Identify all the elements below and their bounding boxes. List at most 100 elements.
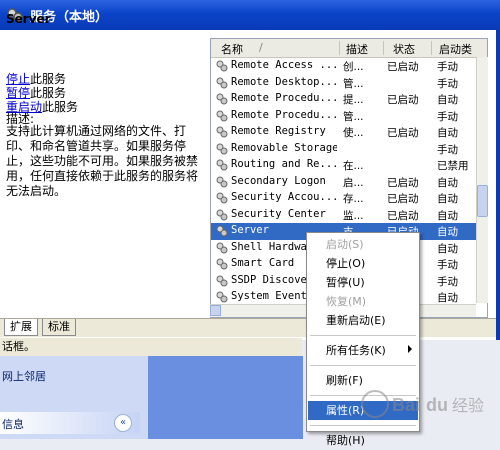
table-row[interactable]: Security Center 监... 已启动 自动 xyxy=(211,207,487,224)
service-desc-cell: 创... xyxy=(343,61,364,73)
service-desc-cell: 使... xyxy=(343,127,364,139)
service-name-cell: Remote Procedu... xyxy=(231,92,337,104)
service-name-cell: Remote Procedu... xyxy=(231,108,337,121)
table-row[interactable]: Routing and Re... 在... 已禁用 xyxy=(211,157,487,174)
menu-item-label: 所有任务(K) xyxy=(326,344,386,357)
table-row[interactable]: Security Accou... 存... 已启动 自动 xyxy=(211,190,487,207)
service-startup-cell: 手动 xyxy=(437,259,458,271)
list-header: 名称 / 描述 状态 启动类 xyxy=(211,39,487,58)
details-section-label: 信息 xyxy=(2,418,24,431)
menu-item[interactable]: 重新启动(E) xyxy=(308,311,418,330)
baidu-jingyan-watermark: Bai du 经验 xyxy=(361,390,484,418)
service-gear-icon xyxy=(216,126,228,138)
service-startup-cell: 手动 xyxy=(437,143,458,156)
tab-standard[interactable]: 标准 xyxy=(42,319,76,336)
service-desc-cell: 管... xyxy=(343,77,364,90)
table-row[interactable]: Removable Storage 手动 xyxy=(211,141,487,158)
svg-text:du: du xyxy=(426,395,448,415)
service-gear-icon xyxy=(216,291,228,303)
table-row[interactable]: Remote Desktop... 管... 手动 xyxy=(211,75,487,92)
restart-action-text: 此服务 xyxy=(42,100,79,114)
column-separator[interactable] xyxy=(383,41,384,55)
service-name-cell: Remote Registry xyxy=(231,125,326,137)
service-gear-icon xyxy=(216,77,228,88)
column-startup-header[interactable]: 启动类 xyxy=(439,41,472,57)
table-row[interactable]: Remote Access ... 创... 已启动 手动 xyxy=(211,58,487,75)
menu-separator xyxy=(310,365,416,366)
service-gear-icon xyxy=(216,225,228,237)
service-name-cell: Security Accou... xyxy=(231,191,337,203)
tab-extended[interactable]: 扩展 xyxy=(4,319,38,336)
menu-item-label: 重新启动(E) xyxy=(326,314,386,327)
svg-text:经验: 经验 xyxy=(452,396,484,415)
service-gear-icon xyxy=(216,110,228,121)
service-startup-cell: 自动 xyxy=(437,193,458,205)
service-status-cell: 已启动 xyxy=(387,61,419,73)
service-status-cell: 已启动 xyxy=(387,176,419,189)
service-status-cell: 已启动 xyxy=(387,193,419,205)
service-gear-icon xyxy=(216,275,228,286)
service-startup-cell: 已禁用 xyxy=(437,160,469,172)
service-gear-icon xyxy=(216,143,228,154)
column-status-header[interactable]: 状态 xyxy=(393,41,415,57)
service-name-cell: Removable Storage xyxy=(231,141,337,154)
collapse-icon[interactable]: « xyxy=(114,414,132,432)
menu-item[interactable]: 所有任务(K) xyxy=(308,341,418,360)
svg-text:Bai: Bai xyxy=(392,395,420,415)
scroll-left-button[interactable] xyxy=(210,305,221,316)
tab-bar: 扩展 标准 xyxy=(0,318,496,337)
vertical-scrollbar[interactable] xyxy=(476,57,488,303)
status-bar: 话框。 xyxy=(0,338,302,356)
service-startup-cell: 手动 xyxy=(437,110,458,123)
table-row[interactable]: Remote Procedu... 管... 手动 xyxy=(211,108,487,125)
table-row[interactable]: Secondary Logon 启... 已启动 自动 xyxy=(211,174,487,191)
service-name: Server xyxy=(6,12,51,26)
service-name-cell: Secondary Logon xyxy=(231,174,326,187)
service-startup-cell: 自动 xyxy=(437,94,458,106)
menu-item: 启动(S) xyxy=(308,235,418,254)
menu-separator xyxy=(310,425,416,426)
column-separator[interactable] xyxy=(339,41,340,55)
menu-item-label: 启动(S) xyxy=(326,238,364,251)
service-desc-cell: 监... xyxy=(343,209,364,222)
description-text: 支持此计算机通过网络的文件、打印、和命名管道共享。如果服务停止，这些功能不可用。… xyxy=(6,124,199,198)
service-startup-cell: 手动 xyxy=(437,275,458,288)
service-status-cell: 已启动 xyxy=(387,127,419,139)
service-name-cell: Routing and Re... xyxy=(231,158,337,170)
service-startup-cell: 自动 xyxy=(437,127,458,139)
menu-item[interactable]: 停止(O) xyxy=(308,254,418,273)
menu-item-label: 停止(O) xyxy=(326,257,366,270)
network-places-link[interactable]: 网上邻居 xyxy=(2,368,46,384)
service-desc-cell: 提... xyxy=(343,94,364,106)
service-startup-cell: 自动 xyxy=(437,226,458,238)
column-separator[interactable] xyxy=(431,41,432,55)
menu-item: 恢复(M) xyxy=(308,292,418,311)
service-name-cell: Remote Desktop... xyxy=(231,75,337,88)
service-desc-cell: 管... xyxy=(343,110,364,123)
service-startup-cell: 自动 xyxy=(437,176,458,189)
table-row[interactable]: Remote Registry 使... 已启动 自动 xyxy=(211,124,487,141)
service-status-cell: 已启动 xyxy=(387,94,419,106)
service-startup-cell: 自动 xyxy=(437,209,458,222)
service-gear-icon xyxy=(216,192,228,204)
service-desc-cell: 在... xyxy=(343,160,364,172)
menu-item[interactable]: 帮助(H) xyxy=(308,431,418,450)
menu-item[interactable]: 暂停(U) xyxy=(308,273,418,292)
column-name-header[interactable]: 名称 xyxy=(221,41,243,57)
service-gear-icon xyxy=(216,93,228,105)
service-desc-cell: 启... xyxy=(343,176,364,189)
sort-indicator: / xyxy=(259,41,263,54)
column-desc-header[interactable]: 描述 xyxy=(346,41,368,57)
service-gear-icon xyxy=(216,159,228,171)
menu-item-label: 帮助(H) xyxy=(326,434,365,447)
desktop-background xyxy=(148,356,303,439)
menu-item-label: 恢复(M) xyxy=(326,295,367,308)
table-row[interactable]: Remote Procedu... 提... 已启动 自动 xyxy=(211,91,487,108)
service-gear-icon xyxy=(216,242,228,253)
service-startup-cell: 自动 xyxy=(437,292,458,304)
service-gear-icon xyxy=(216,60,228,72)
service-gear-icon xyxy=(216,209,228,220)
vertical-scroll-thumb[interactable] xyxy=(477,185,488,217)
service-desc-cell: 存... xyxy=(343,193,364,205)
service-startup-cell: 手动 xyxy=(437,77,458,90)
